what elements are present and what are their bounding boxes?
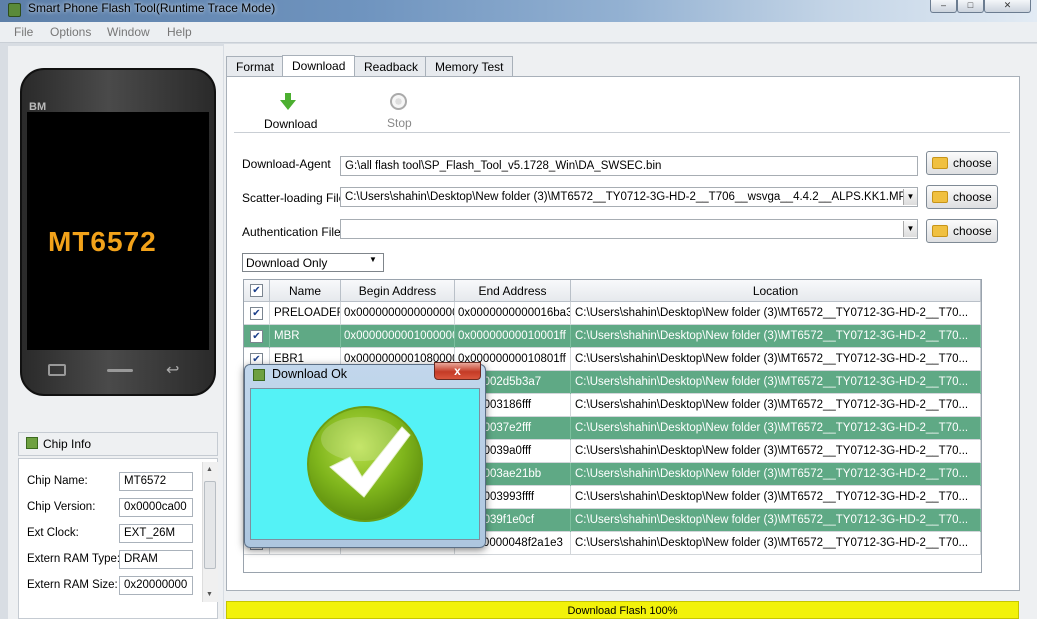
cell-location: C:\Users\shahin\Desktop\New folder (3)\M… [571, 532, 981, 555]
ram-size-value: 0x20000000 [119, 576, 193, 595]
phone-chip-model: MT6572 [48, 226, 157, 257]
chip-info-icon [26, 437, 38, 449]
cell-location: C:\Users\shahin\Desktop\New folder (3)\M… [571, 463, 981, 486]
toolbar [234, 86, 1010, 133]
close-window-button[interactable]: ✕ [984, 0, 1031, 13]
dialog-title: Download Ok [272, 367, 348, 381]
app-icon [8, 3, 21, 17]
cell-location: C:\Users\shahin\Desktop\New folder (3)\M… [571, 394, 981, 417]
row-checkbox[interactable]: ✔ [250, 307, 263, 320]
dialog-close-button[interactable]: x [434, 362, 481, 380]
menu-bar [0, 22, 1037, 43]
cell-location: C:\Users\shahin\Desktop\New folder (3)\M… [571, 486, 981, 509]
scatter-file-label: Scatter-loading File [242, 191, 346, 205]
ram-type-label: Extern RAM Type: [27, 553, 121, 565]
scatter-file-select[interactable]: C:\Users\shahin\Desktop\New folder (3)\M… [340, 187, 918, 207]
chip-info-title: Chip Info [43, 437, 92, 451]
maximize-button[interactable]: □ [957, 0, 984, 13]
tab-readback[interactable]: Readback [354, 56, 429, 76]
ram-size-label: Extern RAM Size: [27, 579, 118, 591]
tab-format[interactable]: Format [226, 56, 285, 76]
cell-location: C:\Users\shahin\Desktop\New folder (3)\M… [571, 417, 981, 440]
auth-file-select[interactable] [340, 219, 918, 239]
cell-checkbox: ✔ [244, 302, 270, 325]
phone-brand: BM [29, 101, 47, 113]
minimize-button[interactable]: ‒ [930, 0, 957, 13]
cell-end-address: 0x00000000010001ff [455, 325, 571, 348]
cell-end-address: 0x0000000000016ba3 [455, 302, 571, 325]
phone-menu-key-icon [48, 364, 66, 376]
download-agent-label: Download-Agent [242, 157, 331, 171]
cell-location: C:\Users\shahin\Desktop\New folder (3)\M… [571, 371, 981, 394]
menu-file[interactable]: File [14, 25, 33, 39]
download-agent-input[interactable]: G:\all flash tool\SP_Flash_Tool_v5.1728_… [340, 156, 918, 176]
auth-file-label: Authentication File [242, 225, 341, 239]
auth-dropdown-icon[interactable]: ▼ [903, 221, 917, 237]
download-progress-bar: Download Flash 100% [226, 601, 1019, 619]
chip-name-value: MT6572 [119, 472, 193, 491]
ram-type-value: DRAM [119, 550, 193, 569]
dialog-app-icon [253, 369, 265, 381]
menu-window[interactable]: Window [107, 25, 150, 39]
folder-icon [932, 225, 948, 237]
cell-location: C:\Users\shahin\Desktop\New folder (3)\M… [571, 302, 981, 325]
cell-name: PRELOADER [270, 302, 341, 325]
cell-location: C:\Users\shahin\Desktop\New folder (3)\M… [571, 509, 981, 532]
row-checkbox[interactable]: ✔ [250, 330, 263, 343]
menu-help[interactable]: Help [167, 25, 192, 39]
tab-download[interactable]: Download [282, 55, 356, 77]
chip-version-label: Chip Version: [27, 501, 96, 513]
success-checkmark-icon [307, 406, 423, 522]
download-mode-select[interactable]: Download Only [242, 253, 384, 272]
select-all-checkbox[interactable]: ✔ [250, 284, 263, 297]
stop-icon[interactable] [390, 93, 407, 110]
menu-options[interactable]: Options [50, 25, 91, 39]
download-button[interactable]: Download [264, 117, 317, 131]
folder-icon [932, 191, 948, 203]
table-row[interactable]: ✔ MBR 0x0000000001000000 0x00000000010001ff… [244, 325, 981, 348]
column-header-begin-address[interactable]: Begin Address [341, 280, 455, 302]
chip-info-scroll-thumb[interactable] [204, 481, 216, 569]
phone-back-key-icon: ↩ [166, 362, 180, 379]
stop-button[interactable]: Stop [387, 116, 412, 130]
cell-name: MBR [270, 325, 341, 348]
scroll-down-icon[interactable]: ▼ [206, 591, 213, 598]
column-header-end-address[interactable]: End Address [455, 280, 571, 302]
cell-location: C:\Users\shahin\Desktop\New folder (3)\M… [571, 440, 981, 463]
phone-home-key-icon [107, 369, 133, 372]
ext-clock-value: EXT_26M [119, 524, 193, 543]
scroll-up-icon[interactable]: ▲ [206, 466, 213, 473]
chip-name-label: Chip Name: [27, 475, 88, 487]
window-title: Smart Phone Flash Tool(Runtime Trace Mod… [28, 1, 276, 15]
cell-begin-address: 0x0000000000000000 [341, 302, 455, 325]
folder-icon [932, 157, 948, 169]
cell-location: C:\Users\shahin\Desktop\New folder (3)\M… [571, 348, 981, 371]
ext-clock-label: Ext Clock: [27, 527, 79, 539]
column-header-location[interactable]: Location [571, 280, 981, 302]
table-row[interactable]: ✔ PRELOADER 0x0000000000000000 0x0000000000… [244, 302, 981, 325]
chip-version-value: 0x0000ca00 [119, 498, 193, 517]
scatter-dropdown-icon[interactable]: ▼ [903, 189, 917, 205]
cell-checkbox: ✔ [244, 325, 270, 348]
tab-memory-test[interactable]: Memory Test [425, 56, 514, 76]
cell-location: C:\Users\shahin\Desktop\New folder (3)\M… [571, 325, 981, 348]
mode-dropdown-icon[interactable]: ▼ [369, 255, 377, 264]
header-select-all[interactable]: ✔ [244, 280, 270, 302]
download-arrow-icon[interactable] [280, 93, 296, 111]
cell-begin-address: 0x0000000001000000 [341, 325, 455, 348]
column-header-name[interactable]: Name [270, 280, 341, 302]
